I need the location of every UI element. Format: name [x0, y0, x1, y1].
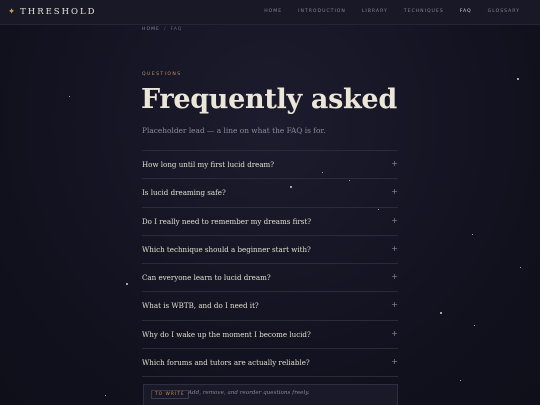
expand-plus-icon[interactable]: +	[391, 187, 398, 196]
star	[440, 312, 442, 314]
expand-plus-icon[interactable]: +	[391, 300, 398, 309]
page-lead: Placeholder lead — a line on what the FA…	[142, 126, 326, 135]
faq-item[interactable]: Which forums and tutors are actually rel…	[142, 348, 398, 376]
star	[520, 267, 521, 268]
nav-item-techniques[interactable]: TECHNIQUES	[404, 9, 444, 14]
expand-plus-icon[interactable]: +	[391, 357, 398, 366]
faq-question: Do I really need to remember my dreams f…	[142, 216, 312, 226]
breadcrumb-separator: /	[163, 27, 167, 32]
faq-question: Which forums and tutors are actually rel…	[142, 358, 310, 368]
expand-plus-icon[interactable]: +	[391, 159, 398, 168]
faq-item[interactable]: How long until my first lucid dream? +	[142, 150, 398, 178]
faq-item[interactable]: Can everyone learn to lucid dream? +	[142, 263, 398, 291]
faq-item[interactable]: Is lucid dreaming safe? +	[142, 178, 398, 206]
nav-item-faq[interactable]: FAQ	[460, 9, 472, 14]
note-text: Add, remove, and reorder questions freel…	[188, 390, 310, 396]
star	[126, 283, 128, 285]
faq-question: How long until my first lucid dream?	[142, 160, 275, 169]
star	[517, 78, 519, 80]
breadcrumb-home-link[interactable]: HOME	[142, 27, 160, 32]
star	[105, 395, 106, 396]
faq-question: Why do I wake up the moment I become luc…	[142, 329, 311, 339]
nav-item-home[interactable]: HOME	[264, 9, 282, 14]
faq-question: Which technique should a beginner start …	[142, 244, 311, 254]
faq-question: Is lucid dreaming safe?	[142, 188, 226, 198]
star	[460, 380, 461, 381]
brand-name: THRESHOLD	[20, 7, 97, 17]
main-nav: HOME INTRODUCTION LIBRARY TECHNIQUES FAQ…	[248, 9, 520, 14]
page-title: Frequently asked	[141, 84, 397, 115]
nav-item-library[interactable]: LIBRARY	[362, 9, 388, 14]
brand-logo[interactable]: ✦ THRESHOLD	[8, 7, 96, 17]
expand-plus-icon[interactable]: +	[391, 244, 398, 253]
faq-list: How long until my first lucid dream? + I…	[142, 150, 398, 378]
faq-divider	[142, 376, 398, 378]
star	[474, 325, 475, 326]
faq-item[interactable]: Do I really need to remember my dreams f…	[142, 206, 398, 235]
faq-item[interactable]: What is WBTB, and do I need it? +	[142, 291, 398, 319]
editor-note: TO WRITE Add, remove, and reorder questi…	[143, 384, 398, 405]
nav-item-glossary[interactable]: GLOSSARY	[488, 9, 520, 14]
top-navigation-bar: ✦ THRESHOLD HOME INTRODUCTION LIBRARY TEC…	[0, 0, 540, 25]
star	[69, 96, 70, 97]
faq-question: What is WBTB, and do I need it?	[142, 301, 259, 311]
expand-plus-icon[interactable]: +	[391, 272, 398, 281]
nav-item-introduction[interactable]: INTRODUCTION	[298, 9, 346, 14]
faq-item[interactable]: Why do I wake up the moment I become luc…	[142, 319, 398, 348]
breadcrumb: HOME / FAQ	[142, 27, 182, 32]
expand-plus-icon[interactable]: +	[391, 329, 398, 338]
note-tag: TO WRITE	[151, 390, 189, 399]
faq-question: Can everyone learn to lucid dream?	[142, 273, 271, 283]
sparkle-icon: ✦	[8, 7, 18, 17]
breadcrumb-current: FAQ	[170, 27, 183, 32]
star	[472, 234, 473, 235]
expand-plus-icon[interactable]: +	[391, 216, 398, 225]
faq-item[interactable]: Which technique should a beginner start …	[142, 234, 398, 263]
section-eyebrow: QUESTIONS	[142, 72, 182, 77]
